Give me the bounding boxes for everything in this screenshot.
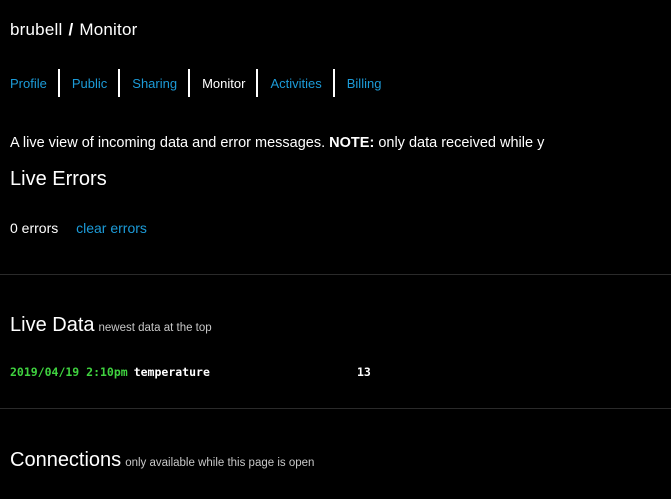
monitor-page: brubell / Monitor Profile Public Sharing M…	[0, 0, 671, 499]
data-timestamp: 2019/04/19 2:10pm	[10, 365, 128, 379]
live-data-title: Live Data	[10, 314, 95, 336]
tab-divider	[256, 69, 259, 97]
data-value: 13	[357, 365, 371, 379]
tab-bar: Profile Public Sharing Monitor Activitie…	[0, 65, 392, 101]
username[interactable]: brubell	[10, 20, 62, 39]
errors-row: 0 errors clear errors	[10, 220, 147, 236]
section-divider	[0, 274, 671, 275]
live-errors-heading: Live Errors	[10, 168, 107, 191]
live-errors-title: Live Errors	[10, 168, 107, 190]
clear-errors-link[interactable]: clear errors	[76, 220, 147, 236]
tab-public[interactable]: Public	[72, 76, 118, 91]
section-divider	[0, 408, 671, 409]
tab-sharing[interactable]: Sharing	[132, 76, 188, 91]
tab-monitor[interactable]: Monitor	[202, 76, 256, 91]
tab-profile[interactable]: Profile	[0, 76, 58, 91]
intro-note-text: only data received while y	[378, 135, 545, 151]
tab-activities[interactable]: Activities	[270, 76, 332, 91]
page-title: brubell / Monitor	[10, 20, 137, 40]
intro-note-label: NOTE:	[329, 135, 375, 151]
tab-billing[interactable]: Billing	[347, 76, 393, 91]
connections-heading: Connections only available while this pag…	[10, 449, 314, 472]
intro-text: A live view of incoming data and error m…	[10, 135, 544, 151]
tab-divider	[118, 69, 121, 97]
tab-divider	[332, 69, 335, 97]
breadcrumb-separator: /	[68, 20, 74, 39]
connections-title: Connections	[10, 449, 122, 471]
live-data-subtitle: newest data at the top	[98, 322, 212, 334]
error-count: 0 errors	[10, 220, 59, 236]
tab-divider	[188, 69, 191, 97]
data-row: 2019/04/19 2:10pm temperature 13	[10, 365, 371, 379]
intro-description: A live view of incoming data and error m…	[10, 135, 326, 151]
live-data-heading: Live Data newest data at the top	[10, 314, 212, 337]
tab-divider	[57, 69, 60, 97]
page-name: Monitor	[79, 20, 138, 39]
connections-subtitle: only available while this page is open	[125, 457, 315, 469]
data-key: temperature	[133, 365, 210, 379]
